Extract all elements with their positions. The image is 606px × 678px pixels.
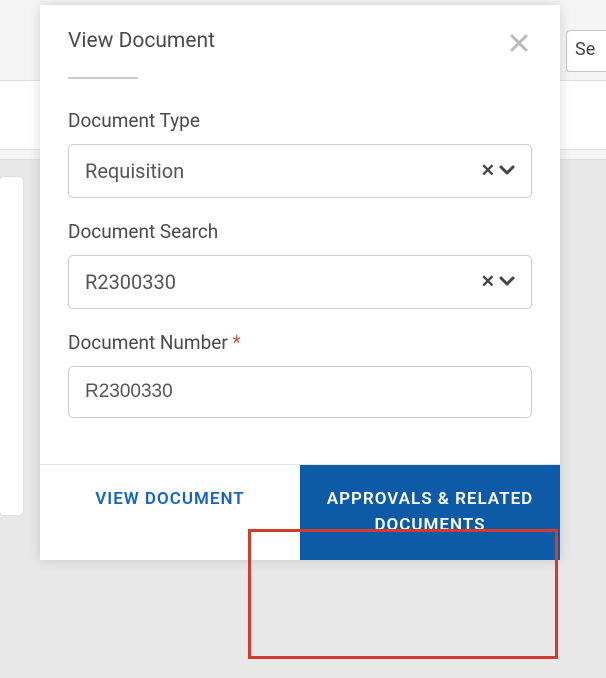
document-search-select[interactable]: R2300330 ✕ <box>68 255 532 309</box>
clear-icon[interactable]: ✕ <box>481 272 495 292</box>
clear-icon[interactable]: ✕ <box>481 161 495 181</box>
chevron-down-icon[interactable] <box>499 272 515 292</box>
modal-title: View Document <box>68 29 215 53</box>
view-document-modal: View Document Document Type Requisition … <box>40 5 560 560</box>
search-field-fragment[interactable]: Se <box>566 30 606 72</box>
document-number-group: Document Number * <box>68 331 532 418</box>
background-panel <box>0 176 24 516</box>
document-type-label: Document Type <box>68 109 532 132</box>
approvals-related-documents-button[interactable]: APPROVALS & RELATED DOCUMENTS <box>300 465 560 560</box>
document-type-group: Document Type Requisition ✕ <box>68 109 532 198</box>
modal-footer: VIEW DOCUMENT APPROVALS & RELATED DOCUME… <box>40 464 560 560</box>
document-number-label: Document Number * <box>68 331 532 354</box>
document-search-label: Document Search <box>68 220 532 243</box>
document-type-value: Requisition <box>85 159 184 183</box>
select-icons: ✕ <box>481 272 515 292</box>
document-number-input[interactable] <box>68 366 532 418</box>
required-asterisk: * <box>232 331 240 354</box>
document-search-group: Document Search R2300330 ✕ <box>68 220 532 309</box>
select-icons: ✕ <box>481 161 515 181</box>
document-search-value: R2300330 <box>85 270 176 294</box>
document-number-label-text: Document Number <box>68 331 228 354</box>
modal-header: View Document <box>40 5 560 59</box>
chevron-down-icon[interactable] <box>499 161 515 181</box>
close-icon[interactable] <box>506 29 532 59</box>
modal-body: Document Type Requisition ✕ Document Sea… <box>40 79 560 464</box>
view-document-button[interactable]: VIEW DOCUMENT <box>40 465 300 560</box>
document-type-select[interactable]: Requisition ✕ <box>68 144 532 198</box>
